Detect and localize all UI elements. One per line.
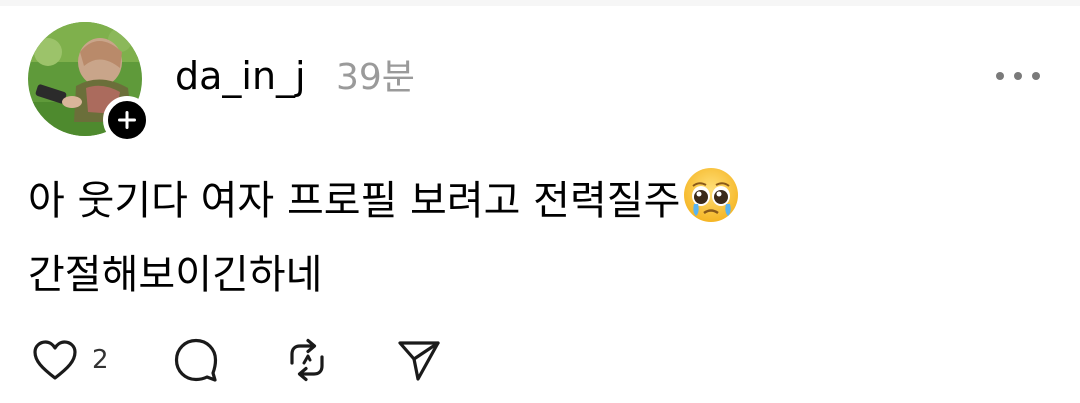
more-dot bbox=[1014, 72, 1022, 80]
repost-button[interactable] bbox=[284, 336, 330, 384]
top-divider bbox=[0, 0, 1080, 6]
post-text-line: 아 웃기다 여자 프로필 보려고 전력질주 bbox=[28, 164, 1028, 238]
send-icon bbox=[398, 341, 440, 381]
like-button[interactable]: 2 bbox=[32, 336, 109, 384]
more-dot bbox=[996, 72, 1004, 80]
post-text-line: 간절해보이긴하네 bbox=[28, 238, 1028, 312]
post-text-line-1: 아 웃기다 여자 프로필 보려고 전력질주 bbox=[28, 178, 681, 224]
like-count: 2 bbox=[92, 345, 109, 375]
post-body: 아 웃기다 여자 프로필 보려고 전력질주 간절해보이긴하네 bbox=[28, 164, 1028, 312]
plus-icon bbox=[118, 111, 136, 129]
timestamp: 39분 bbox=[336, 57, 415, 98]
follow-button[interactable] bbox=[103, 96, 151, 144]
pleading-face-with-tears-emoji bbox=[684, 168, 739, 222]
more-options-button[interactable] bbox=[996, 62, 1040, 90]
more-dot bbox=[1032, 72, 1040, 80]
comment-button[interactable] bbox=[173, 336, 219, 384]
repost-icon bbox=[290, 338, 324, 382]
username[interactable]: da_in_j bbox=[175, 53, 306, 99]
heart-icon bbox=[33, 340, 77, 380]
share-button[interactable] bbox=[396, 336, 442, 384]
post-text-line-2: 간절해보이긴하네 bbox=[28, 252, 323, 298]
comment-icon bbox=[174, 338, 218, 382]
